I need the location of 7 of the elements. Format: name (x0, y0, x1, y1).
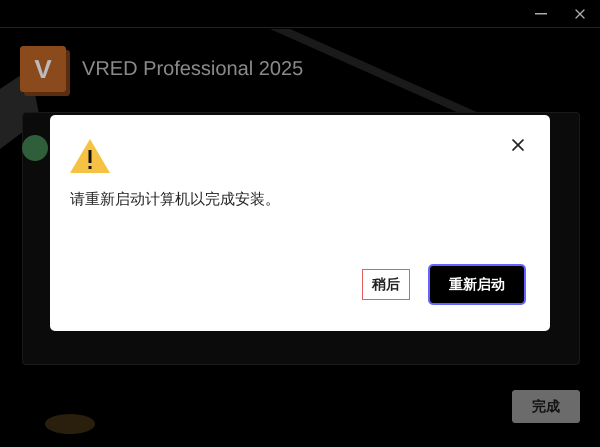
minimize-icon (535, 12, 547, 14)
dialog-message: 请重新启动计算机以完成安装。 (70, 190, 281, 210)
window-title: VRED Professional 2025 (82, 57, 304, 82)
later-button[interactable]: 稍后 (362, 268, 410, 300)
app-logo: V (20, 46, 66, 92)
warning-icon (70, 139, 110, 173)
restart-button[interactable]: 重新启动 (428, 264, 526, 304)
